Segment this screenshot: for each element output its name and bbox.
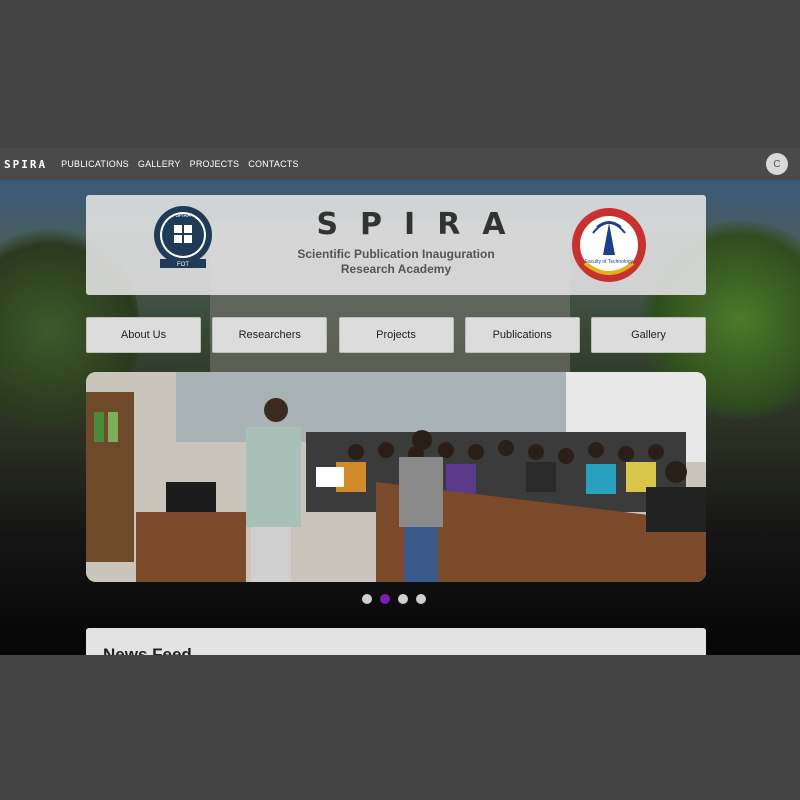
photo-carousel[interactable] [86, 372, 706, 582]
nav-link-gallery[interactable]: GALLERY [138, 159, 181, 169]
carousel-dot-1[interactable] [362, 594, 372, 604]
svg-text:Faculty of Technology: Faculty of Technology [585, 259, 634, 265]
faculty-of-technology-logo-icon: Faculty of Technology [572, 208, 646, 282]
publications-button[interactable]: Publications [464, 317, 580, 353]
news-feed-title: News Feed [103, 645, 192, 655]
main-menu: About Us Researchers Projects Publicatio… [86, 317, 706, 353]
carousel-dot-2[interactable] [380, 594, 390, 604]
gallery-button[interactable]: Gallery [591, 317, 706, 353]
svg-text:FOT: FOT [177, 262, 189, 268]
about-us-button[interactable]: About Us [86, 317, 201, 353]
classroom-photo [86, 372, 706, 582]
subtitle-line-2: Research Academy [340, 262, 452, 276]
carousel-dot-3[interactable] [398, 594, 408, 604]
researchers-button[interactable]: Researchers [212, 317, 328, 353]
subtitle-line-1: Scientific Publication Inauguration [297, 247, 495, 261]
carousel-dot-4[interactable] [416, 594, 426, 604]
university-seal-icon: SPIRA FOT [154, 206, 212, 268]
site-header-card: SPIRA FOT SPIRA Scientific Publication I… [86, 195, 706, 295]
hero-section: SPIRA FOT SPIRA Scientific Publication I… [0, 180, 800, 655]
site-subtitle: Scientific Publication Inauguration Rese… [281, 247, 511, 277]
nav-link-contacts[interactable]: CONTACTS [248, 159, 298, 169]
site-title: SPIRA [316, 207, 528, 242]
svg-text:SPIRA: SPIRA [175, 213, 191, 219]
carousel-indicators [362, 594, 426, 604]
projects-button[interactable]: Projects [338, 317, 454, 353]
nav-link-projects[interactable]: PROJECTS [190, 159, 240, 169]
avatar[interactable]: C [766, 153, 788, 175]
top-navbar: SPIRA PUBLICATIONS GALLERY PROJECTS CONT… [0, 148, 800, 180]
nav-link-publications[interactable]: PUBLICATIONS [61, 159, 129, 169]
news-feed-card: News Feed [86, 628, 706, 655]
brand-logo[interactable]: SPIRA [4, 158, 47, 171]
